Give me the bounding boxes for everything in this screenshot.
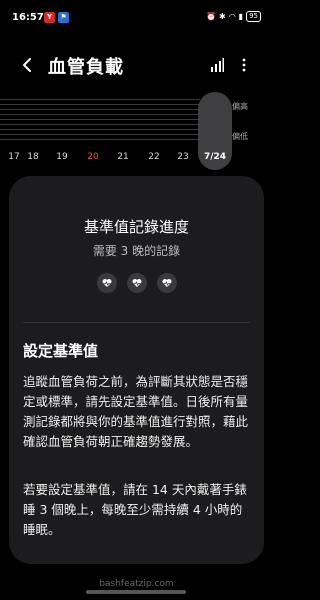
date-label[interactable]: 22 bbox=[144, 152, 164, 162]
wifi-icon: ◠ bbox=[228, 12, 236, 21]
bluetooth-icon: ✱ bbox=[218, 12, 226, 21]
progress-title: 基準值記錄進度 bbox=[83, 218, 189, 236]
night-dot-2 bbox=[126, 273, 147, 293]
description-paragraph-2: 若要設定基準值，請在 14 天內戴著手錶睡 3 個晚上，每晚至少需持續 4 小時… bbox=[23, 482, 247, 537]
description-paragraph-1: 追蹤血管負荷之前，為評斷其狀態是否穩定或標準，請先設定基準值。日後所有量測記錄都… bbox=[23, 374, 249, 449]
watermark: bashfeatzip.com bbox=[99, 579, 174, 589]
app-notification-icon: Y bbox=[44, 12, 55, 23]
date-label[interactable]: 20 bbox=[83, 152, 103, 162]
date-label[interactable]: 18 bbox=[23, 152, 43, 162]
signal-icon: ▮ bbox=[238, 12, 244, 21]
heart-icon bbox=[102, 279, 111, 287]
date-label[interactable]: 19 bbox=[52, 152, 72, 162]
date-label[interactable]: 17 bbox=[4, 152, 24, 162]
band-line bbox=[0, 129, 200, 130]
heart-icon bbox=[132, 279, 141, 287]
status-icons: ⏰ ✱ ◠ ▮ 95 bbox=[206, 11, 261, 22]
app-bar: 血管負載 bbox=[0, 44, 273, 88]
band-line bbox=[0, 99, 200, 100]
more-button[interactable] bbox=[236, 54, 252, 76]
night-dot-3 bbox=[156, 273, 177, 293]
stats-button[interactable] bbox=[206, 54, 228, 76]
back-button[interactable] bbox=[14, 52, 40, 78]
night-dot-1 bbox=[96, 273, 117, 293]
ref-label-low: 偏低 bbox=[232, 132, 248, 141]
status-time: 16:57 bbox=[12, 12, 44, 23]
date-label[interactable]: 21 bbox=[113, 152, 133, 162]
band-line bbox=[0, 134, 200, 135]
heart-icon bbox=[162, 279, 171, 287]
progress-subtitle: 需要 3 晚的記錄 bbox=[92, 244, 181, 258]
status-bar: 16:57 Y ⚑ ⏰ ✱ ◠ ▮ 95 bbox=[0, 0, 273, 38]
more-vert-icon bbox=[242, 58, 246, 72]
band-line bbox=[0, 114, 200, 115]
section-title: 設定基準值 bbox=[23, 342, 99, 360]
home-indicator bbox=[86, 590, 186, 594]
divider bbox=[23, 322, 250, 323]
ref-label-high: 偏高 bbox=[232, 102, 248, 111]
band-line bbox=[0, 104, 200, 105]
chevron-left-icon bbox=[23, 58, 31, 72]
date-label[interactable]: 23 bbox=[173, 152, 193, 162]
battery-indicator: 95 bbox=[246, 11, 261, 22]
bar-chart-icon bbox=[211, 58, 224, 72]
alarm-icon: ⏰ bbox=[206, 12, 216, 21]
baseline-info-card: 基準值記錄進度 需要 3 晚的記錄 設定基準值 追蹤血管負荷之前，為評斷其狀態是… bbox=[9, 176, 264, 564]
band-line bbox=[0, 109, 200, 110]
band-line bbox=[0, 139, 200, 140]
bookmark-notification-icon: ⚑ bbox=[58, 12, 69, 23]
night-progress-dots bbox=[9, 273, 264, 293]
band-line bbox=[0, 124, 200, 125]
page-title: 血管負載 bbox=[48, 57, 124, 78]
band-line bbox=[0, 119, 200, 120]
date-label[interactable]: 7/24 bbox=[200, 152, 230, 162]
